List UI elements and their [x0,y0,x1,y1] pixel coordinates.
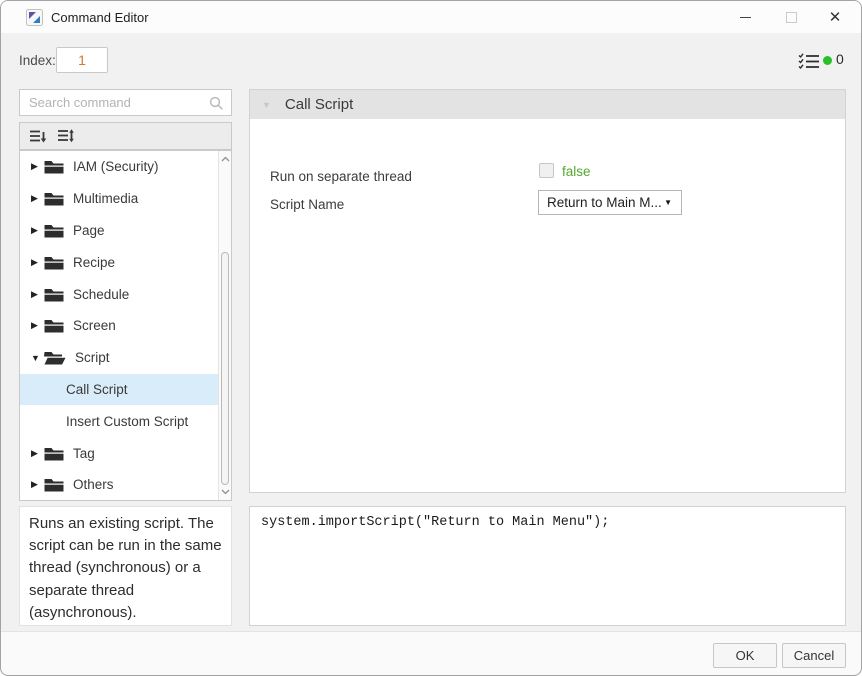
collapse-panel-icon[interactable]: ▼ [262,100,271,110]
command-editor-window: Command Editor ✕ Index: 0 [0,0,862,676]
close-button[interactable]: ✕ [813,1,857,33]
chevron-right-icon[interactable]: ▶ [31,289,44,300]
search-box [19,89,232,116]
tree-item-schedule[interactable]: ▶ Schedule [20,278,218,310]
tree-item-tag[interactable]: ▶ Tag [20,437,218,469]
tree-item-others[interactable]: ▶ Others [20,469,218,500]
folder-icon [44,191,64,206]
title-bar[interactable]: Command Editor ✕ [1,1,861,33]
folder-icon [44,159,64,174]
panel-title: Call Script [284,96,354,113]
command-list-icon[interactable] [798,53,819,75]
chevron-right-icon[interactable]: ▶ [31,479,44,490]
run-on-separate-thread-label: Run on separate thread [270,169,412,184]
dropdown-arrow-icon: ▼ [664,198,672,207]
chevron-right-icon[interactable]: ▶ [31,225,44,236]
tree-item-screen[interactable]: ▶ Screen [20,310,218,342]
tree-item-label: Page [73,222,105,238]
tree-item-label: Schedule [73,286,130,302]
chevron-right-icon[interactable]: ▶ [31,448,44,459]
status-dot [823,56,832,65]
close-icon: ✕ [828,9,842,26]
run-on-separate-thread-checkbox[interactable] [539,163,554,178]
tree-item-recipe[interactable]: ▶ Recipe [20,246,218,278]
script-name-label: Script Name [270,197,345,212]
folder-icon [44,223,64,238]
script-name-dropdown[interactable]: Return to Main M... ▼ [538,190,682,215]
folder-icon [44,446,64,461]
folder-icon [44,255,64,270]
tree-item-label: Script [75,350,110,366]
chevron-right-icon[interactable]: ▶ [31,257,44,268]
ok-button[interactable]: OK [713,643,777,668]
tree-item-label: Tag [73,445,95,461]
cancel-button[interactable]: Cancel [782,643,846,668]
window-title: Command Editor [51,10,149,25]
chevron-down-icon[interactable]: ▼ [31,353,44,363]
tree-item-label: IAM (Security) [73,159,159,175]
expand-all-icon[interactable] [56,127,76,145]
chevron-right-icon[interactable]: ▶ [31,193,44,204]
panel-header[interactable]: ▼ Call Script [250,90,845,119]
folder-icon [44,477,64,492]
tree-item-label: Others [73,477,114,493]
tree-item-label: Recipe [73,254,116,270]
command-tree: ▶ IAM (Security) ▶ Multimedia ▶ Page ▶ R… [19,150,232,501]
command-description: Runs an existing script. The script can … [19,506,232,626]
dropdown-selected-value: Return to Main M... [547,195,662,210]
tree-item-call-script[interactable]: Call Script [20,373,218,406]
script-code-preview[interactable]: system.importScript("Return to Main Menu… [249,506,846,626]
maximize-icon [785,11,797,23]
minimize-icon [739,16,751,18]
tree-toolbar [19,122,232,150]
minimize-button[interactable] [723,1,767,33]
scroll-down-icon[interactable] [219,485,231,499]
tree-item-multimedia[interactable]: ▶ Multimedia [20,183,218,215]
footer-bar: OK Cancel [1,631,861,675]
folder-icon [44,318,64,333]
tree-item-label: Screen [73,318,116,334]
tree-item-page[interactable]: ▶ Page [20,215,218,247]
tree-scrollbar[interactable] [218,151,231,500]
app-icon [26,9,43,26]
tree-item-script[interactable]: ▼ Script [20,342,218,374]
tree-item-label: Multimedia [73,191,139,207]
search-input[interactable] [20,90,231,115]
tree-item-iam-security[interactable]: ▶ IAM (Security) [20,151,218,183]
scroll-up-icon[interactable] [219,152,231,166]
scrollbar-thumb[interactable] [221,252,229,485]
command-count: 0 [836,51,844,67]
chevron-right-icon[interactable]: ▶ [31,161,44,172]
run-on-separate-thread-value: false [562,164,591,179]
chevron-right-icon[interactable]: ▶ [31,320,44,331]
index-label: Index: [19,53,56,68]
folder-icon [44,287,64,302]
tree-item-label: Insert Custom Script [66,413,189,429]
folder-open-icon [44,350,66,365]
tree-item-insert-custom-script[interactable]: Insert Custom Script [20,405,218,437]
maximize-button[interactable] [769,1,813,33]
call-script-panel: ▼ Call Script Run on separate thread fal… [249,89,846,493]
tree-item-label: Call Script [66,381,128,397]
search-icon [209,96,224,116]
collapse-all-icon[interactable] [28,127,48,145]
index-input[interactable] [56,47,108,73]
